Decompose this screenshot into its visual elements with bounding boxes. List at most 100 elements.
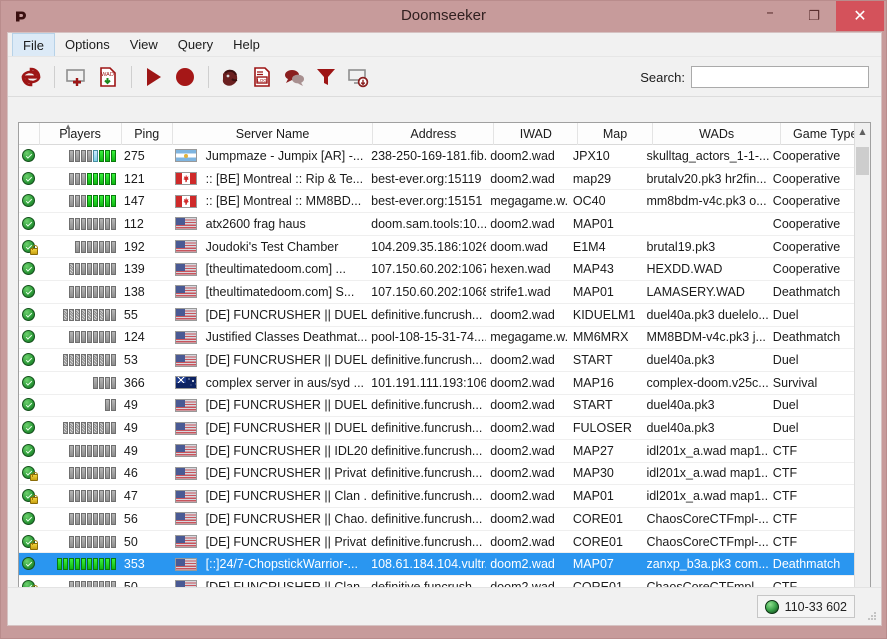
cell-address: 238-250-169-181.fib... <box>367 145 486 167</box>
server-online-icon <box>21 262 35 276</box>
table-row[interactable]: 147:: [BE] Montreal :: MM8BD... best-ever… <box>19 190 856 214</box>
table-row[interactable]: 138 [theultimatedoom.com] S... 107.150.60… <box>19 281 856 304</box>
table-row[interactable]: 139 [theultimatedoom.com] ... 107.150.60.… <box>19 258 856 282</box>
vertical-scrollbar[interactable]: ▲ ▼ <box>854 123 870 619</box>
player-slot <box>92 240 98 253</box>
cell-address: 107.150.60.202:10676 <box>367 258 486 281</box>
ping-value: 112 <box>123 216 144 231</box>
player-slot <box>92 558 98 571</box>
table-row[interactable]: 49 [DE] FUNCRUSHER || IDL20... definitive.… <box>19 440 856 463</box>
player-slot <box>98 490 104 503</box>
column-header-iwad[interactable]: IWAD <box>494 123 579 145</box>
cell-map: OC40 <box>569 190 643 213</box>
column-header-label: Address <box>410 127 457 141</box>
cell-map: E1M4 <box>569 235 643 258</box>
column-header-map[interactable]: Map <box>578 123 653 145</box>
column-header-wads[interactable]: WADs <box>653 123 782 145</box>
iwad-value: doom2.wad <box>490 148 555 163</box>
minimize-button[interactable]: – <box>748 1 792 31</box>
table-row[interactable]: 49 [DE] FUNCRUSHER || DUEL... definitive.f… <box>19 417 856 440</box>
update-button[interactable] <box>343 62 373 92</box>
cell-name: [theultimatedoom.com] ... <box>202 258 368 281</box>
cell-country-flag <box>171 145 202 167</box>
column-header-players[interactable]: ▲ Players <box>40 123 122 145</box>
cell-wads: zanxp_b3a.pk3 com... <box>642 553 768 576</box>
status-panel[interactable]: 110-33 602 <box>756 595 855 618</box>
player-slot <box>80 512 86 525</box>
iwad-value: strife1.wad <box>490 284 551 299</box>
menu-item-query[interactable]: Query <box>168 33 223 56</box>
menu-item-view[interactable]: View <box>120 33 168 56</box>
player-slot <box>74 285 80 298</box>
cell-players <box>39 190 120 213</box>
iwad-value: doom2.wad <box>490 511 555 526</box>
join-server-button[interactable] <box>138 62 168 92</box>
wads-value: complex-doom.v25c... <box>646 375 769 390</box>
cell-map: MAP01 <box>569 281 643 304</box>
irc-chat-button[interactable] <box>279 62 309 92</box>
table-row[interactable]: 47 [DE] FUNCRUSHER || Clan ... definitive.… <box>19 485 856 508</box>
scroll-up-button[interactable]: ▲ <box>855 123 870 140</box>
player-slot <box>80 285 86 298</box>
table-row[interactable]: 366 complex server in aus/syd ... 101.191.… <box>19 372 856 395</box>
column-header-name[interactable]: Server Name <box>173 123 374 145</box>
ping-value: 49 <box>123 398 138 413</box>
menu-item-help[interactable]: Help <box>223 33 270 56</box>
table-row[interactable]: 192 Joudoki's Test Chamber 104.209.35.186:… <box>19 236 856 259</box>
resize-grip[interactable] <box>866 610 878 622</box>
table-row[interactable]: 56 [DE] FUNCRUSHER || Chao... definitive.f… <box>19 508 856 531</box>
table-row[interactable]: 112 atx2600 frag haus doom.sam.tools:10...… <box>19 213 856 236</box>
table-row[interactable]: 121:: [BE] Montreal :: Rip & Te... best-e… <box>19 168 856 191</box>
player-slot <box>80 240 86 253</box>
doom-guy-button[interactable] <box>215 62 245 92</box>
filter-button[interactable] <box>311 62 341 92</box>
close-button[interactable]: ✕ <box>836 1 884 31</box>
column-header-address[interactable]: Address <box>373 123 495 145</box>
svg-text:WAD: WAD <box>101 72 114 78</box>
table-row[interactable]: 46 [DE] FUNCRUSHER || Privat... definitive… <box>19 463 856 486</box>
table-row[interactable]: 50 [DE] FUNCRUSHER || Privat... definitive… <box>19 531 856 554</box>
cell-status <box>19 530 39 553</box>
menu-item-file[interactable]: File <box>12 33 55 56</box>
address-value: 107.150.60.202:10676 <box>371 262 487 277</box>
column-header-status[interactable] <box>19 123 40 145</box>
menu-item-options[interactable]: Options <box>55 33 120 56</box>
table-row[interactable]: 53 [DE] FUNCRUSHER || DUEL... definitive.f… <box>19 349 856 372</box>
player-slot <box>104 512 110 525</box>
player-slots-bar <box>68 331 116 344</box>
ping-value: 53 <box>123 353 138 368</box>
menu-item-label: File <box>23 37 44 53</box>
column-header-ping[interactable]: Ping <box>122 123 173 145</box>
wads-value: idl201x_a.wad map1... <box>646 466 769 481</box>
column-header-label: Game Type <box>793 127 858 141</box>
gametype-value: CTF <box>772 466 798 481</box>
table-row[interactable]: 124 Justified Classes Deathmat... pool-108… <box>19 327 856 350</box>
scrollbar-thumb[interactable] <box>856 147 869 175</box>
player-slot <box>98 422 104 435</box>
table-row[interactable]: 275 Jumpmaze - Jumpix [AR] -... 238-250-16… <box>19 145 856 168</box>
menu-item-label: Help <box>233 37 260 52</box>
map-value: JPX10 <box>572 148 610 163</box>
gametype-value: Duel <box>772 353 799 368</box>
player-slot <box>68 512 74 525</box>
ping-value: 56 <box>123 511 138 526</box>
search-input[interactable] <box>691 66 869 88</box>
table-row[interactable]: 49 [DE] FUNCRUSHER || DUEL... definitive.f… <box>19 395 856 418</box>
record-demo-button[interactable] <box>170 62 200 92</box>
cell-status <box>19 394 39 417</box>
player-slot <box>110 399 116 412</box>
log-button[interactable]: LOG <box>247 62 277 92</box>
refresh-all-button[interactable] <box>16 62 46 92</box>
cell-country-flag <box>171 167 202 190</box>
player-slot <box>92 354 98 367</box>
create-server-button[interactable] <box>61 62 91 92</box>
maximize-button[interactable]: ❐ <box>792 1 836 31</box>
cell-country-flag <box>171 485 202 508</box>
map-value: MAP01 <box>572 216 614 231</box>
record-icon <box>176 67 194 86</box>
table-row[interactable]: 55 [DE] FUNCRUSHER || DUEL... definitive.f… <box>19 304 856 327</box>
wads-value: duel40a.pk3 <box>646 353 715 368</box>
table-row[interactable]: 353 [::]24/7-ChopstickWarrior-... 108.61.1… <box>19 553 856 577</box>
wad-seeker-button[interactable]: WAD <box>93 62 123 92</box>
cell-gametype: Cooperative <box>769 258 856 281</box>
